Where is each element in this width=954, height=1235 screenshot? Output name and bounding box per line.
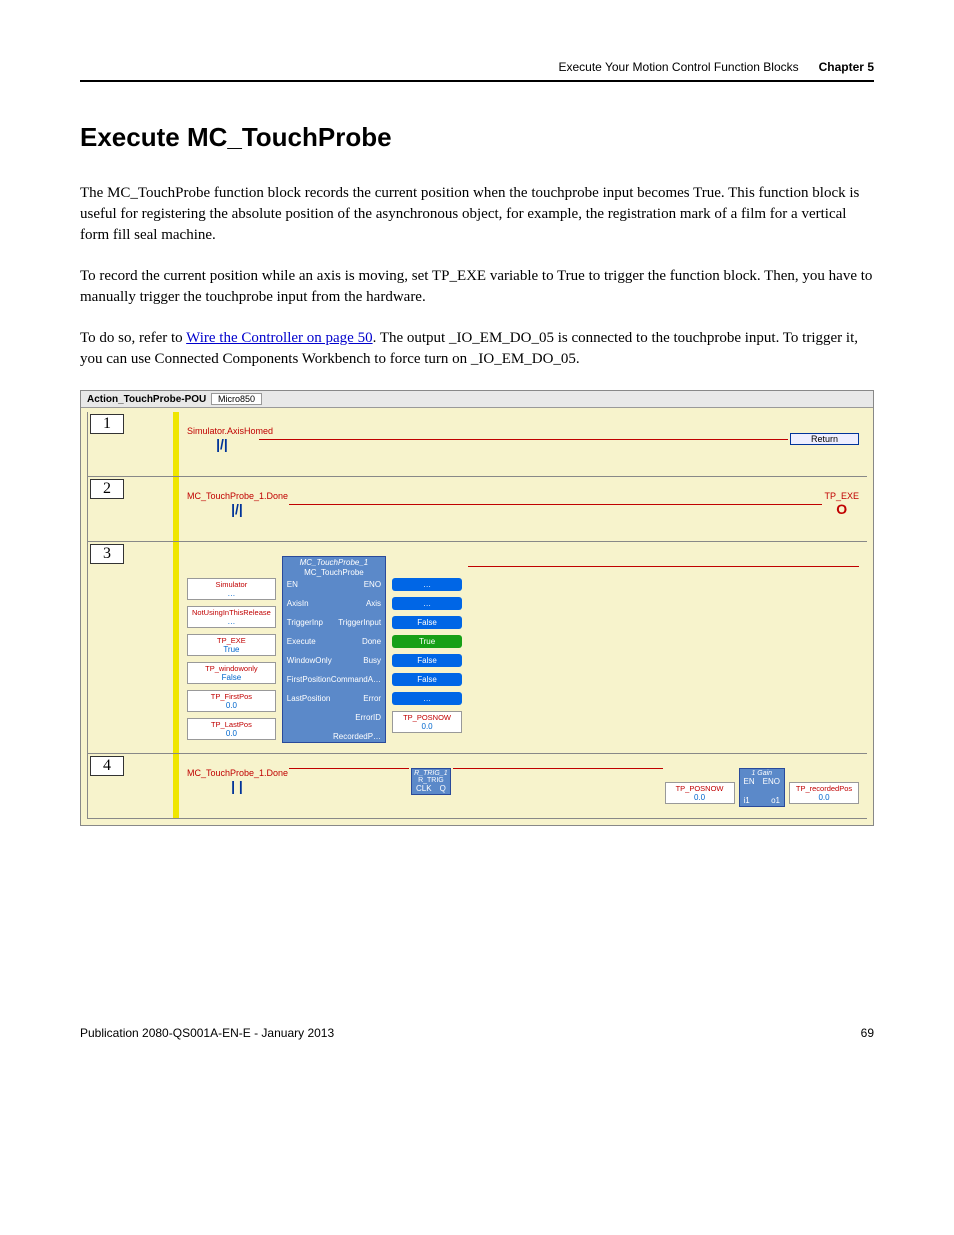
header-section: Execute Your Motion Control Function Blo… bbox=[559, 60, 799, 74]
rung-1: 1 Simulator.AxisHomed |/| Return bbox=[87, 412, 867, 477]
rung1-contact-label: Simulator.AxisHomed bbox=[187, 426, 257, 436]
rung-1-number: 1 bbox=[90, 414, 124, 434]
rung3-in-tpexe: TP_EXETrue bbox=[187, 634, 276, 656]
ladder-tab-title: Action_TouchProbe-POU bbox=[87, 394, 206, 405]
rung-4-number: 4 bbox=[90, 756, 124, 776]
ladder-canvas: 1 Simulator.AxisHomed |/| Return 2 bbox=[81, 408, 873, 825]
page-header: Execute Your Motion Control Function Blo… bbox=[80, 60, 874, 82]
page-title: Execute MC_TouchProbe bbox=[80, 122, 874, 153]
rung3-out-axis: … bbox=[392, 578, 462, 591]
page-footer: Publication 2080-QS001A-EN-E - January 2… bbox=[80, 1026, 874, 1040]
footer-publication: Publication 2080-QS001A-EN-E - January 2… bbox=[80, 1026, 334, 1040]
rung2-contact-symbol: |/| bbox=[187, 501, 287, 517]
rung3-out-commandab: False bbox=[392, 654, 462, 667]
rung1-contact-symbol: |/| bbox=[187, 436, 257, 452]
rung3-in-lastpos: TP_LastPos0.0 bbox=[187, 718, 276, 740]
rung-3: 3 Simulator… NotUsingInThisRelease… TP_E… bbox=[87, 542, 867, 754]
rung4-rtrig-block: R_TRIG_1 R_TRIG CLKQ bbox=[411, 768, 451, 795]
paragraph-1: The MC_TouchProbe function block records… bbox=[80, 183, 874, 246]
rung4-inval: TP_POSNOW0.0 bbox=[665, 782, 735, 804]
rung-3-number: 3 bbox=[90, 544, 124, 564]
ladder-diagram-frame: Action_TouchProbe-POU Micro850 1 Simulat… bbox=[80, 390, 874, 826]
rung4-contact-label: MC_TouchProbe_1.Done bbox=[187, 768, 287, 778]
rung3-out-done: False bbox=[392, 616, 462, 629]
paragraph-3: To do so, refer to Wire the Controller o… bbox=[80, 328, 874, 370]
rung3-fb-instance: MC_TouchProbe_1 bbox=[283, 557, 385, 568]
wire-controller-link[interactable]: Wire the Controller on page 50 bbox=[186, 330, 372, 346]
rung3-in-firstpos: TP_FirstPos0.0 bbox=[187, 690, 276, 712]
rung4-contact-symbol: | | bbox=[187, 778, 287, 794]
rung3-out-busy: True bbox=[392, 635, 462, 648]
rung-2: 2 MC_TouchProbe_1.Done |/| TP_EXE O bbox=[87, 477, 867, 542]
paragraph-3a: To do so, refer to bbox=[80, 330, 186, 346]
rung4-outval: TP_recordedPos0.0 bbox=[789, 782, 859, 804]
rung3-out-trigger: … bbox=[392, 597, 462, 610]
rung3-fb-type: MC_TouchProbe bbox=[283, 568, 385, 579]
rung3-in-windowonly: TP_windowonlyFalse bbox=[187, 662, 276, 684]
rung3-out-recorded: TP_POSNOW0.0 bbox=[392, 711, 462, 733]
rung2-coil-symbol: O bbox=[824, 501, 859, 517]
rung-4: 4 MC_TouchProbe_1.Done | | R_TRIG_1 R_TR… bbox=[87, 754, 867, 819]
ladder-subtab[interactable]: Micro850 bbox=[211, 393, 262, 405]
paragraph-2: To record the current position while an … bbox=[80, 266, 874, 308]
rung3-in-notusing: NotUsingInThisRelease… bbox=[187, 606, 276, 628]
rung2-contact-label: MC_TouchProbe_1.Done bbox=[187, 491, 287, 501]
rung3-function-block: MC_TouchProbe_1 MC_TouchProbe ENENO Axis… bbox=[282, 556, 386, 743]
footer-page-number: 69 bbox=[861, 1026, 874, 1040]
rung-2-number: 2 bbox=[90, 479, 124, 499]
rung3-in-simulator: Simulator… bbox=[187, 578, 276, 600]
rung1-return-coil: Return bbox=[790, 433, 859, 445]
rung3-out-error: False bbox=[392, 673, 462, 686]
ladder-tab-bar: Action_TouchProbe-POU Micro850 bbox=[81, 391, 873, 408]
rung2-coil-label: TP_EXE bbox=[824, 491, 859, 501]
rung3-out-errorid: … bbox=[392, 692, 462, 705]
header-chapter: Chapter 5 bbox=[819, 60, 874, 74]
rung4-gain-block: 1 Gain ENENO i1o1 bbox=[739, 768, 785, 807]
